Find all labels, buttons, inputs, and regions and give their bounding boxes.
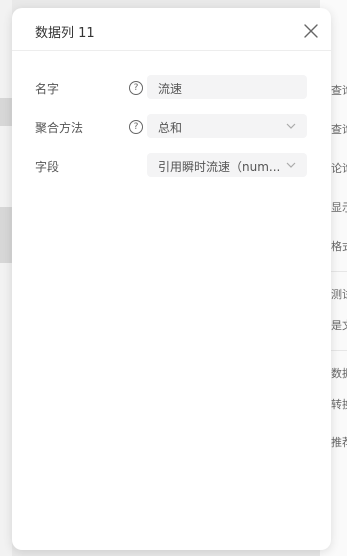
panel-header: 数据列 11 — [12, 8, 331, 51]
background-menu-item[interactable]: 测试 — [331, 286, 347, 302]
background-menu-item[interactable]: 是文 — [331, 317, 347, 333]
background-left-band — [0, 98, 12, 126]
background-menu-item[interactable]: 转换 — [331, 396, 347, 412]
background-left-strip — [0, 0, 12, 556]
chevron-down-icon — [285, 159, 297, 171]
field-select-value: 引用瞬时流速（num... — [158, 160, 281, 174]
close-button[interactable] — [301, 21, 321, 41]
chevron-down-icon — [285, 120, 297, 132]
background-menu-item[interactable]: 查询 — [331, 82, 347, 98]
name-input[interactable]: 流速 — [147, 75, 307, 99]
close-icon — [304, 24, 318, 38]
question-circle-icon[interactable]: ? — [129, 120, 143, 134]
background-menu-item[interactable]: 数据 — [331, 365, 347, 381]
name-row: 名字 ? 流速 — [12, 75, 331, 101]
field-select[interactable]: 引用瞬时流速（num... — [147, 153, 307, 177]
data-column-panel: 数据列 11 名字 ? 流速 聚合方法 ? 总和 字段 引用瞬时流速（num..… — [12, 8, 331, 550]
question-circle-icon[interactable]: ? — [129, 81, 143, 95]
aggregate-row: 聚合方法 ? 总和 — [12, 114, 331, 140]
background-menu-item[interactable]: 显示 — [331, 199, 347, 215]
background-menu-item[interactable]: 论询 — [331, 160, 347, 176]
background-menu-item[interactable]: 格式 — [331, 238, 347, 254]
background-menu-item[interactable]: 推荐 — [331, 434, 347, 450]
field-label: 字段 — [35, 160, 60, 174]
background-left-band — [0, 207, 12, 263]
panel-title: 数据列 11 — [35, 26, 95, 41]
aggregate-label: 聚合方法 — [35, 121, 84, 135]
name-label: 名字 — [35, 82, 60, 96]
aggregate-select-value: 总和 — [158, 121, 183, 135]
aggregate-select[interactable]: 总和 — [147, 114, 307, 138]
field-row: 字段 引用瞬时流速（num... — [12, 153, 331, 179]
background-menu-item[interactable]: 查询 — [331, 121, 347, 137]
